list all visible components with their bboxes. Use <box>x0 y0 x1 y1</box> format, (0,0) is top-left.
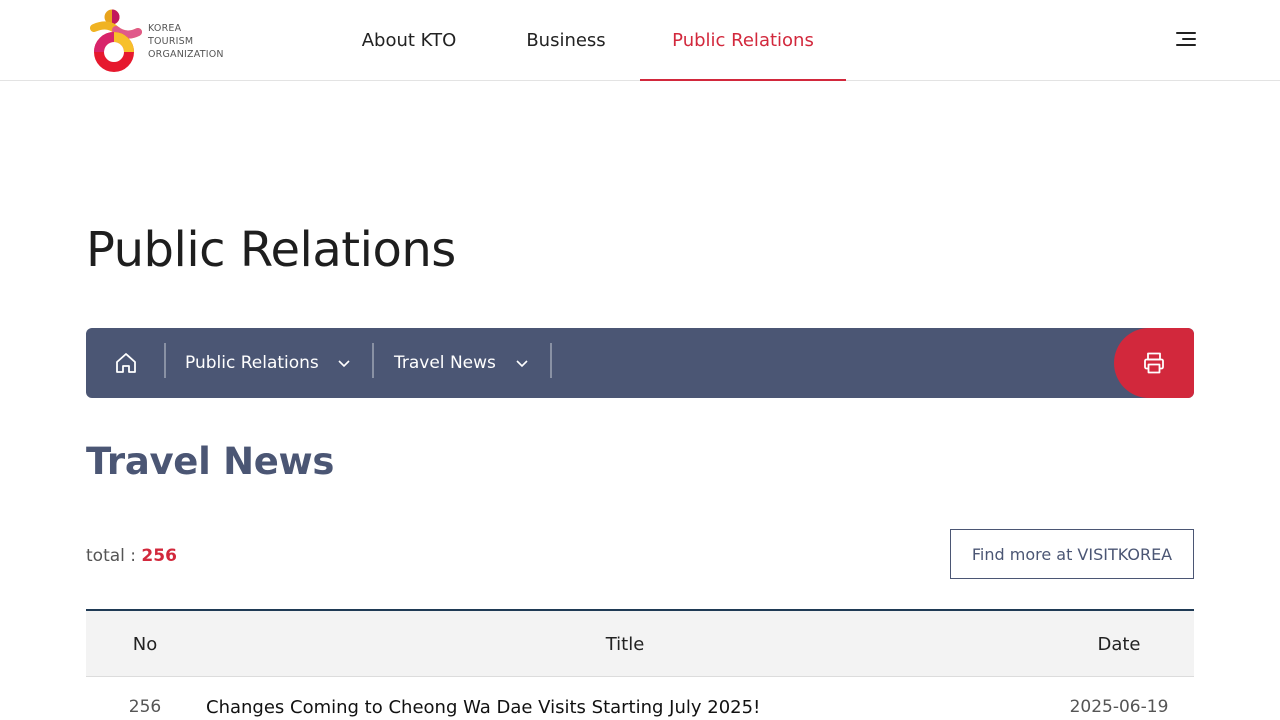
column-header-date: Date <box>1097 633 1141 655</box>
kto-logo[interactable]: KOREA TOURISM ORGANIZATION <box>86 8 246 74</box>
page-title: Public Relations <box>86 222 456 278</box>
hamburger-menu-icon[interactable] <box>1172 28 1196 50</box>
column-header-title: Title <box>605 633 645 655</box>
print-button[interactable] <box>1114 328 1194 398</box>
total-count: total : 256 <box>86 546 177 566</box>
row-number: 256 <box>128 697 162 717</box>
logo-line: TOURISM <box>148 35 194 47</box>
printer-icon <box>1144 352 1164 374</box>
nav-business[interactable]: Business <box>510 0 622 80</box>
home-icon[interactable] <box>86 328 166 398</box>
breadcrumb: Public Relations Travel News <box>86 328 1194 398</box>
kto-logo-icon <box>90 9 142 72</box>
breadcrumb-divider <box>550 343 552 378</box>
chevron-down-icon <box>338 360 350 368</box>
table-header: No Title Date <box>86 609 1194 677</box>
find-more-visitkorea-button[interactable]: Find more at VISITKOREA <box>950 529 1194 579</box>
breadcrumb-public-relations[interactable]: Public Relations <box>166 328 372 398</box>
breadcrumb-label: Travel News <box>394 353 496 373</box>
nav-about-kto[interactable]: About KTO <box>344 0 474 80</box>
section-title: Travel News <box>86 440 335 483</box>
nav-public-relations[interactable]: Public Relations <box>640 0 846 81</box>
total-label: total : <box>86 546 142 566</box>
total-number: 256 <box>141 546 177 566</box>
breadcrumb-label: Public Relations <box>185 353 319 373</box>
news-table: No Title Date 256 Changes Coming to Cheo… <box>86 609 1194 720</box>
column-header-no: No <box>132 633 158 655</box>
logo-wordmark: KOREA TOURISM ORGANIZATION <box>148 22 224 61</box>
logo-line: KOREA <box>148 22 182 34</box>
chevron-down-icon <box>516 360 528 368</box>
site-header: KOREA TOURISM ORGANIZATION About KTO Bus… <box>0 0 1280 81</box>
table-row[interactable]: 256 Changes Coming to Cheong Wa Dae Visi… <box>86 677 1194 720</box>
row-title-link[interactable]: Changes Coming to Cheong Wa Dae Visits S… <box>206 677 1026 720</box>
breadcrumb-travel-news[interactable]: Travel News <box>374 328 550 398</box>
row-date: 2025-06-19 <box>1069 697 1169 717</box>
logo-line: ORGANIZATION <box>148 48 224 60</box>
